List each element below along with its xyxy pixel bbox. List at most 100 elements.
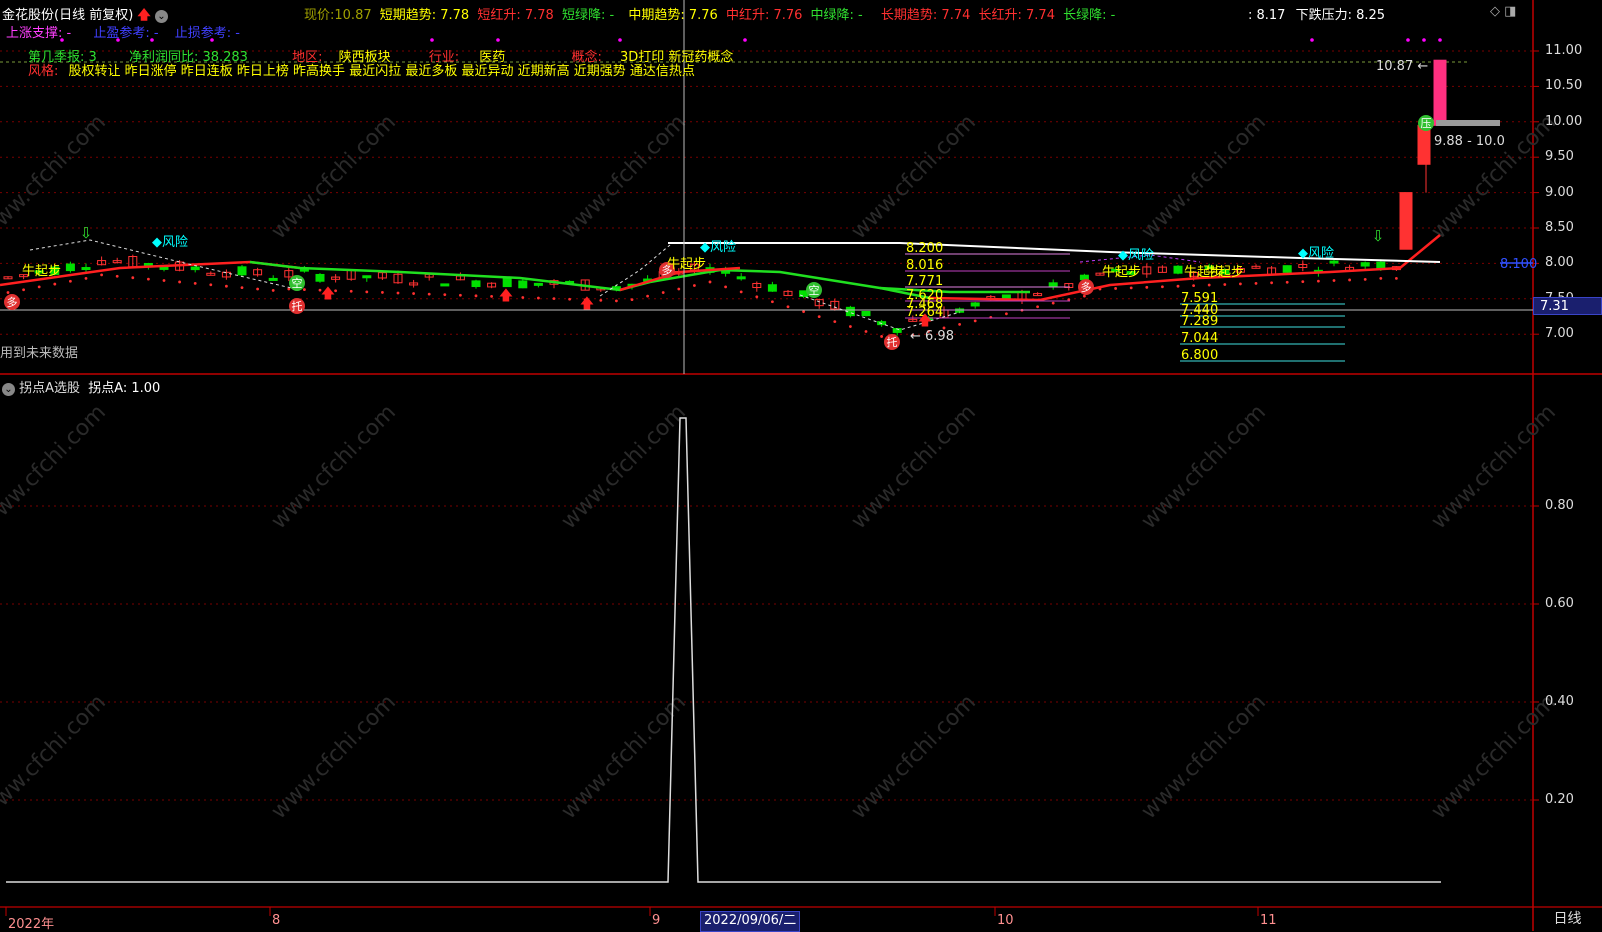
price-value: 10.87 <box>334 8 372 23</box>
signal-dot <box>430 38 434 42</box>
stop-dot <box>1114 287 1117 290</box>
rally-candle <box>1417 124 1431 165</box>
long-red: 长红升: 7.74 <box>978 8 1055 23</box>
stop-dot <box>1207 283 1211 287</box>
period-selector[interactable]: 日线 <box>1533 908 1602 931</box>
watermark-text: www.cfchi.com <box>557 110 691 244</box>
stop-dot <box>802 310 805 314</box>
bull-start-label: 牛起步 <box>22 264 61 279</box>
time-axis-label: 8 <box>272 913 281 928</box>
indicator-axis-label: 0.40 <box>1545 694 1574 709</box>
stop-dot <box>1192 284 1195 288</box>
trend-green-line <box>249 260 651 292</box>
stop-dot <box>256 287 259 291</box>
watermark-text: www.cfchi.com <box>847 110 981 244</box>
candle-body <box>736 276 746 280</box>
tuo-badge: 托 <box>292 299 303 313</box>
stop-dot <box>1239 282 1242 286</box>
indicator-title[interactable]: 拐点A选股 <box>19 381 80 396</box>
watermark-text: www.cfchi.com <box>847 690 981 824</box>
watermark-text: www.cfchi.com <box>1137 400 1271 534</box>
ya-badge: 压 <box>1421 117 1432 130</box>
stop-dot <box>1005 312 1008 316</box>
stop-dot <box>396 291 400 295</box>
candle-body <box>970 302 980 307</box>
price-axis-label: 11.00 <box>1545 43 1583 58</box>
stop-dot <box>1223 283 1227 286</box>
price-axis-label: 8.50 <box>1545 220 1574 235</box>
stop-dot <box>147 277 150 281</box>
time-axis-label: 11 <box>1260 913 1277 928</box>
stop-dot <box>1129 286 1133 290</box>
buy-arrow-icon: 🡅 <box>918 313 932 329</box>
sell-arrow-icon: ⇩ <box>80 224 93 242</box>
stop-dot <box>833 320 837 323</box>
maximize-icon[interactable]: ◨ <box>1504 4 1516 19</box>
bull-start-label: 牛起步 <box>667 257 706 272</box>
high-price-marker: 10.87 ← <box>1376 59 1428 74</box>
stop-dot <box>115 274 119 278</box>
stop-dot <box>225 284 228 288</box>
stop-dot <box>849 325 852 328</box>
profit-legend: 止盈参考: - <box>93 26 159 41</box>
stop-dot <box>646 294 649 298</box>
buy-arrow-icon: 🡅 <box>580 296 594 312</box>
buy-arrow-icon: 🡅 <box>499 288 513 304</box>
duo-badge: 多 <box>1081 280 1092 294</box>
candle-body <box>81 267 91 271</box>
stop-dot <box>1270 281 1273 285</box>
candle-body <box>1329 260 1339 264</box>
stop-dot <box>1379 277 1383 280</box>
stop-dot <box>6 291 10 294</box>
stop-dot <box>459 293 462 297</box>
candle-body <box>518 280 528 289</box>
watermark-text: www.cfchi.com <box>1137 110 1271 244</box>
stop-dot <box>1395 277 1398 280</box>
candle-body <box>533 282 543 286</box>
time-axis-label: 9 <box>652 913 661 928</box>
watermark-text: www.cfchi.com <box>1427 110 1561 244</box>
fib-level-label: 8.016 <box>906 258 943 273</box>
candle-body <box>268 277 278 281</box>
diamond-icon[interactable]: ◇ <box>1490 4 1500 19</box>
stop-dot <box>69 279 72 283</box>
stop-dot <box>599 298 603 302</box>
fib-level-label: 6.800 <box>1181 348 1218 363</box>
stop-dot <box>537 296 540 300</box>
indicator-pane-header: ⌄ 拐点A选股 拐点A: 1.00 <box>2 377 160 396</box>
indicator-axis-label: 0.20 <box>1545 792 1574 807</box>
watermark-text: www.cfchi.com <box>267 400 401 534</box>
risk-label: ◆风险 <box>152 235 188 250</box>
stop-dot <box>1161 285 1164 289</box>
candle-body <box>767 284 777 292</box>
stop-dot <box>365 290 369 294</box>
stop-dot <box>568 297 571 301</box>
kong-badge: 空 <box>809 283 820 297</box>
signal-dot <box>1310 38 1314 42</box>
candle-body <box>1048 282 1058 288</box>
watermark-text: www.cfchi.com <box>0 110 111 244</box>
signal-dot <box>743 38 747 42</box>
risk-label: ◆风险 <box>1298 246 1334 261</box>
style-value: 股权转让 昨日涨停 昨日连板 昨日上榜 昨高换手 最近闪拉 最近多板 最近异动 … <box>68 64 695 79</box>
stop-dot <box>1317 279 1320 283</box>
stop-dot <box>1083 294 1086 298</box>
kline-chart-canvas[interactable]: www.cfchi.com www.cfchi.com www.cfchi.com w… <box>0 0 1602 931</box>
watermark-text: www.cfchi.com <box>1427 400 1561 534</box>
future-data-note: 用到未来数据 <box>0 346 79 361</box>
stop-dot <box>84 277 88 280</box>
stock-title[interactable]: 金花股份(日线 前复权) <box>2 8 133 23</box>
candle-body <box>1360 262 1370 267</box>
buy-arrow-icon: 🡅 <box>321 286 335 302</box>
chevron-down-icon[interactable]: ⌄ <box>2 383 15 396</box>
stop-dot <box>1051 301 1055 305</box>
stop-dot <box>864 330 868 333</box>
stop-dot <box>958 323 961 326</box>
low-price-marker: ← 6.98 <box>910 329 954 344</box>
price-axis-label: 7.00 <box>1545 326 1574 342</box>
stop-dot <box>1176 284 1180 288</box>
price-axis-label: 9.00 <box>1545 184 1574 200</box>
stop-dot <box>771 300 774 304</box>
indicator-line <box>6 417 1441 883</box>
loss-legend: 止损参考: - <box>174 26 240 41</box>
